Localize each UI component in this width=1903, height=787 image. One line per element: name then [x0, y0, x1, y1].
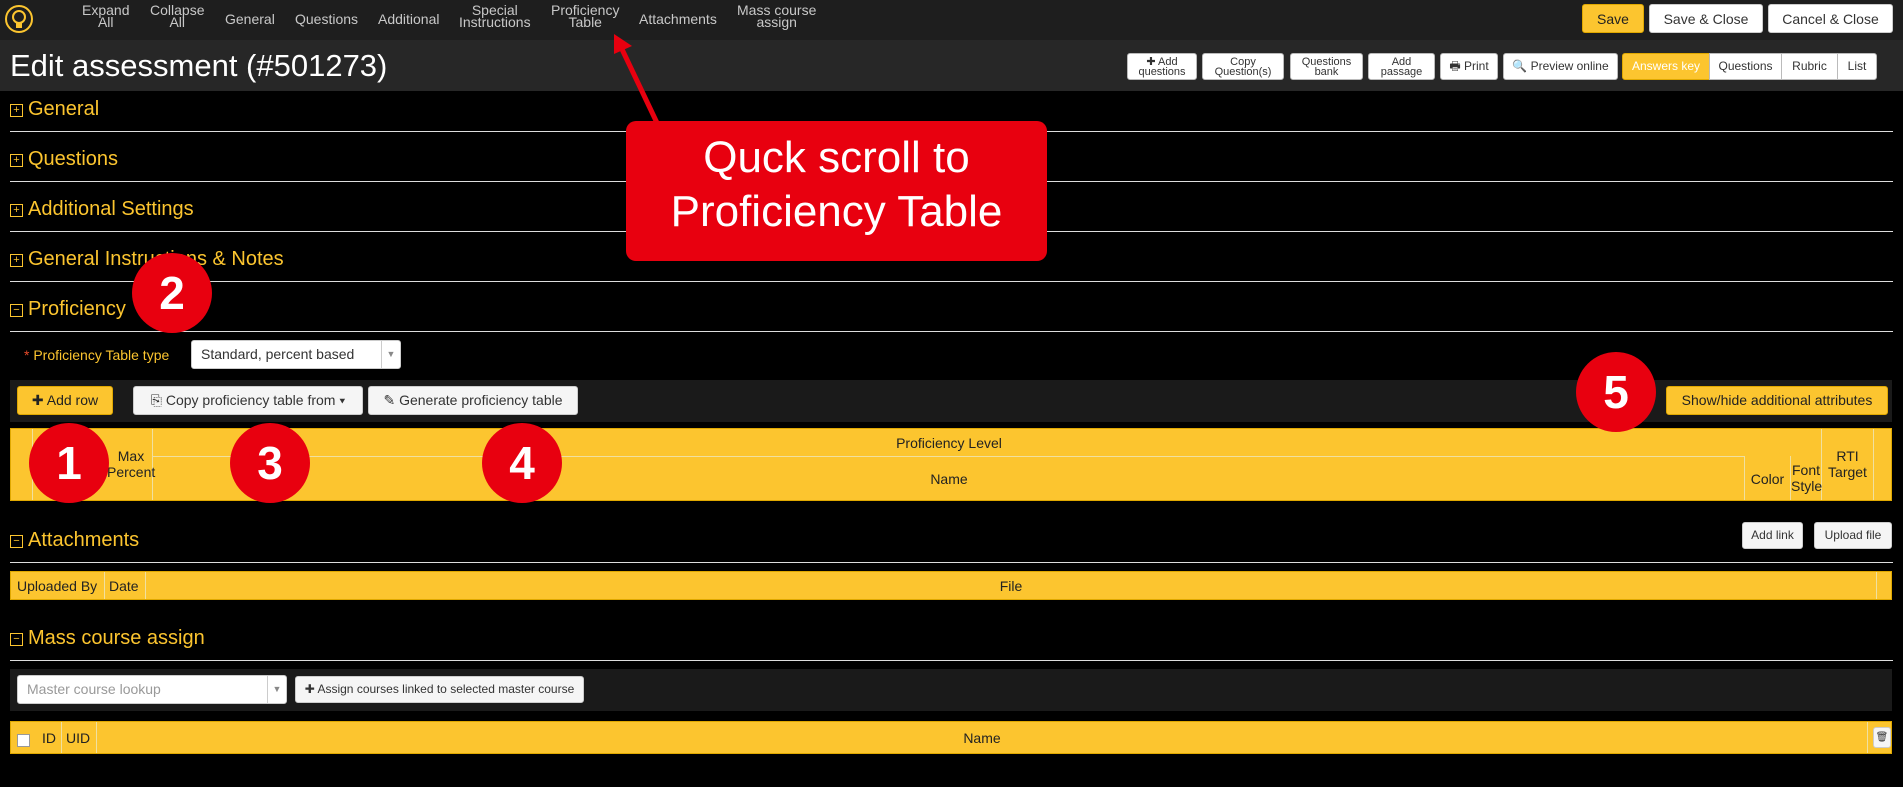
chevron-down-icon: ▼ [381, 341, 400, 368]
column-proficiency-level: Proficiency Level [896, 435, 1002, 451]
questions-bank-button[interactable]: Questions bank [1290, 53, 1363, 80]
collapse-icon: − [10, 304, 23, 317]
divider [10, 331, 1893, 332]
master-course-lookup[interactable]: Master course lookup ▼ [17, 675, 287, 704]
tab-rubric[interactable]: Rubric [1781, 53, 1838, 80]
nav-proficiency-table[interactable]: Proficiency Table [551, 3, 619, 29]
tab-list[interactable]: List [1837, 53, 1877, 80]
arrow-annotation [614, 34, 661, 127]
page-title: Edit assessment (#501273) [10, 48, 388, 83]
annotation-bubble-5: 5 [1576, 352, 1656, 432]
nav-additional[interactable]: Additional [378, 12, 440, 26]
chevron-down-icon: ▼ [267, 676, 286, 703]
top-navbar: Expand All Collapse All General Questions … [0, 0, 1903, 40]
proficiency-type-label: * Proficiency Table type [24, 347, 170, 363]
section-questions[interactable]: + Questions [10, 148, 118, 171]
nav-collapse-all[interactable]: Collapse All [150, 3, 204, 29]
cancel-close-button[interactable]: Cancel & Close [1768, 4, 1893, 33]
divider [10, 281, 1893, 282]
column-id: ID [42, 730, 56, 746]
column-uid: UID [66, 730, 91, 746]
divider [10, 562, 1893, 563]
column-rti-target: RTI Target [1828, 448, 1867, 480]
copy-proficiency-table-button[interactable]: ⎘ Copy proficiency table from ▾ [133, 386, 363, 415]
column-date: Date [109, 578, 139, 594]
section-proficiency[interactable]: − Proficiency [10, 298, 126, 321]
select-all-checkbox[interactable] [17, 734, 30, 747]
tab-questions[interactable]: Questions [1709, 53, 1782, 80]
column-file: File [999, 578, 1023, 594]
nav-mass-course-assign[interactable]: Mass course assign [737, 3, 816, 29]
divider [10, 660, 1893, 661]
annotation-bubble-4: 4 [482, 423, 562, 503]
column-color: Color [1750, 471, 1785, 487]
lightbulb-logo-icon [5, 5, 33, 33]
collapse-icon: − [10, 535, 23, 548]
nav-expand-all[interactable]: Expand All [82, 3, 129, 29]
collapse-icon: − [10, 633, 23, 646]
section-mass-course-assign[interactable]: − Mass course assign [10, 627, 205, 650]
copy-questions-button[interactable]: Copy Question(s) [1202, 53, 1284, 80]
preview-online-button[interactable]: 🔍 Preview online [1503, 53, 1618, 80]
save-close-button[interactable]: Save & Close [1649, 4, 1763, 33]
add-link-button[interactable]: Add link [1742, 522, 1803, 549]
nav-questions[interactable]: Questions [295, 12, 358, 26]
column-name: Name [963, 730, 1001, 746]
column-font-style: Font Style [1791, 462, 1823, 494]
expand-icon: + [10, 254, 23, 267]
expand-icon: + [10, 204, 23, 217]
attachments-table-header: Uploaded By Date File [10, 571, 1892, 600]
generate-proficiency-table-button[interactable]: ✎ Generate proficiency table [368, 386, 578, 415]
mass-course-toolbar [10, 669, 1892, 711]
nav-general[interactable]: General [225, 12, 275, 26]
tab-answers-key[interactable]: Answers key [1622, 53, 1710, 80]
add-row-button[interactable]: ✚ Add row [17, 386, 113, 415]
annotation-bubble-1: 1 [29, 423, 109, 503]
assign-courses-button[interactable]: ✚ Assign courses linked to selected mast… [295, 676, 584, 703]
upload-file-button[interactable]: Upload file [1814, 522, 1892, 549]
nav-special-instructions[interactable]: Special Instructions [459, 3, 531, 29]
section-attachments[interactable]: − Attachments [10, 529, 139, 552]
mass-course-table-header: ID UID Name 🗑 [10, 721, 1892, 754]
show-hide-attributes-button[interactable]: Show/hide additional attributes [1666, 386, 1888, 415]
section-general[interactable]: + General [10, 98, 99, 121]
annotation-bubble-2: 2 [132, 253, 212, 333]
section-additional-settings[interactable]: + Additional Settings [10, 198, 194, 221]
annotation-bubble-3: 3 [230, 423, 310, 503]
column-uploaded-by: Uploaded By [17, 578, 98, 594]
add-passage-button[interactable]: Add passage [1368, 53, 1435, 80]
nav-attachments[interactable]: Attachments [639, 12, 717, 26]
trash-icon[interactable]: 🗑 [1873, 727, 1891, 748]
column-name: Name [930, 471, 968, 487]
save-button[interactable]: Save [1582, 4, 1644, 33]
column-max-percent: Max Percent [107, 448, 156, 480]
print-button[interactable]: 🖶 Print [1440, 53, 1498, 80]
proficiency-type-select[interactable]: Standard, percent based ▼ [191, 340, 401, 369]
add-questions-button[interactable]: ✚ Add questions [1127, 53, 1197, 80]
quick-scroll-callout: Quck scroll to Proficiency Table [626, 121, 1047, 261]
expand-icon: + [10, 104, 23, 117]
expand-icon: + [10, 154, 23, 167]
